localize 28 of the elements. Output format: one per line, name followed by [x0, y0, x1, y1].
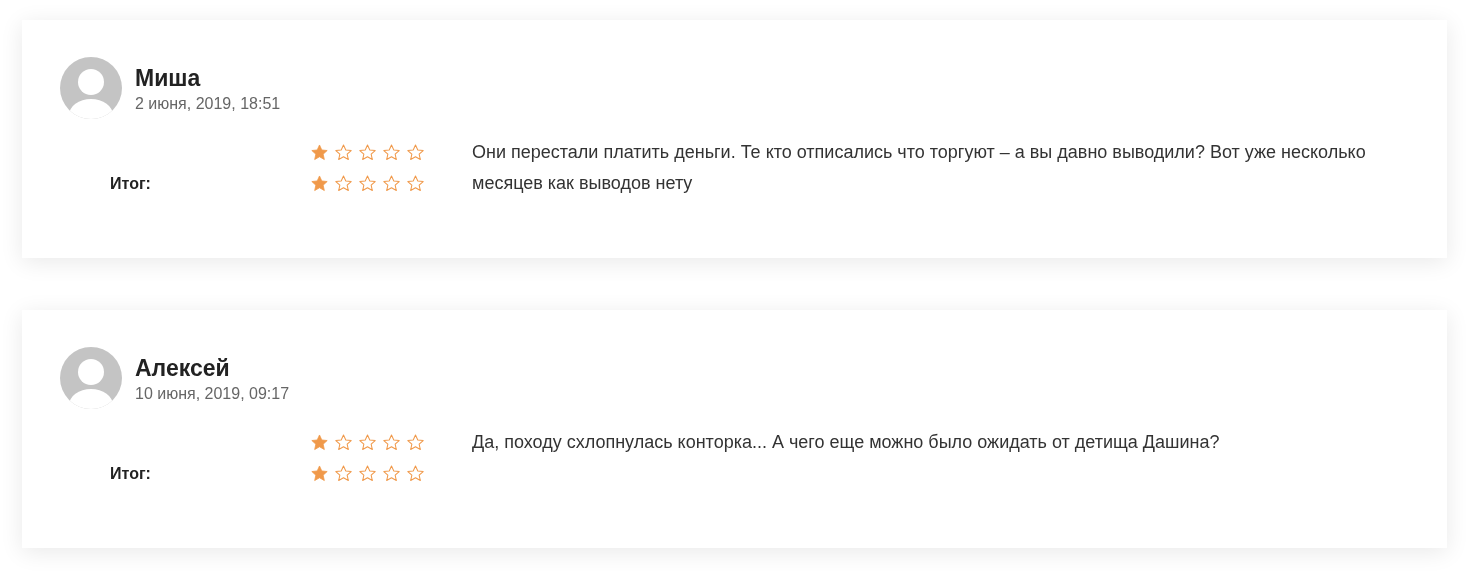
star-icon: [382, 433, 401, 452]
star-icon: [310, 174, 329, 193]
star-icon: [406, 143, 425, 162]
star-icon: [334, 464, 353, 483]
star-icon: [358, 143, 377, 162]
star-icon: [358, 174, 377, 193]
star-icon: [334, 174, 353, 193]
star-icon: [334, 433, 353, 452]
review-text: Да, походу схлопнулась конторка... А чего еще можно было ожидать от детища Дашина?: [472, 431, 1221, 454]
star-icon: [406, 433, 425, 452]
rating-label: Итог:: [110, 174, 151, 192]
star-icon: [382, 464, 401, 483]
star-icon: [310, 464, 329, 483]
author-name: Миша: [135, 64, 202, 92]
star-icon: [406, 174, 425, 193]
star-icon: [406, 464, 425, 483]
star-icon: [358, 464, 377, 483]
star-icon: [310, 143, 329, 162]
author-name: Алексей: [135, 354, 231, 382]
star-icon: [382, 174, 401, 193]
rating-label: Итог:: [110, 464, 151, 482]
review-date: 10 июня, 2019, 09:17: [135, 384, 290, 404]
star-icon: [310, 433, 329, 452]
star-icon: [358, 433, 377, 452]
star-icon: [382, 143, 401, 162]
review-text: Они перестали платить деньги. Те кто отписались что торгуют – а вы давно выводили? Вот уже несколько месяцев как выводов нету: [472, 141, 1367, 195]
review-date: 2 июня, 2019, 18:51: [135, 94, 281, 114]
star-icon: [334, 143, 353, 162]
